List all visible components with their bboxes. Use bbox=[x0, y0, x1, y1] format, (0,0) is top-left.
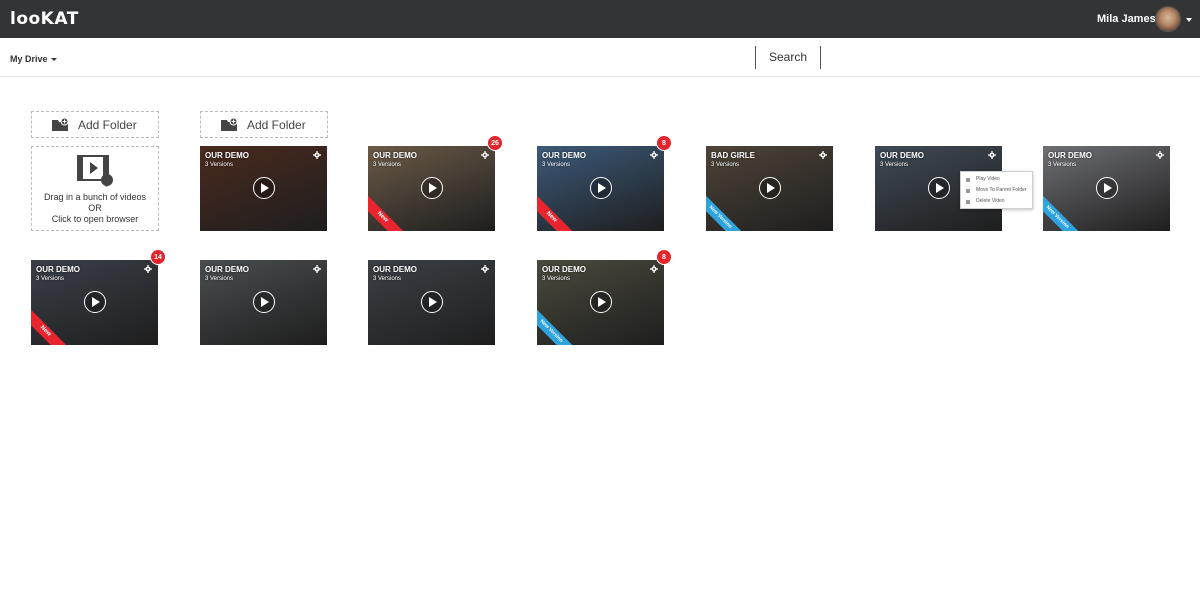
video-tile[interactable]: OUR DEMO 3 Versions New Version bbox=[1043, 146, 1170, 231]
gear-icon[interactable] bbox=[650, 265, 658, 273]
gear-icon[interactable] bbox=[819, 151, 827, 159]
notification-badge: 8 bbox=[656, 249, 672, 265]
new-ribbon: New bbox=[368, 190, 409, 231]
new-version-ribbon: New Version bbox=[537, 304, 578, 345]
menu-item-delete-video[interactable]: Delete Video bbox=[961, 196, 1032, 207]
video-versions: 3 Versions bbox=[373, 162, 402, 168]
video-tile[interactable]: BAD GIRLE 3 Versions New Version bbox=[706, 146, 833, 231]
video-title: OUR DEMO bbox=[205, 151, 249, 160]
play-icon[interactable] bbox=[1096, 177, 1118, 199]
gear-icon[interactable] bbox=[313, 265, 321, 273]
dropzone-line1: Drag in a bunch of videos bbox=[43, 192, 147, 202]
gear-icon[interactable] bbox=[481, 151, 489, 159]
menu-item-label: Move To Parent Folder bbox=[976, 187, 1027, 193]
folder-icon bbox=[966, 189, 970, 193]
video-tile[interactable]: OUR DEMO 3 Versions bbox=[200, 260, 327, 345]
user-menu-caret-icon[interactable] bbox=[1186, 18, 1192, 22]
video-tile[interactable]: OUR DEMO 3 Versions New bbox=[368, 146, 495, 231]
video-title: OUR DEMO bbox=[542, 151, 586, 160]
app-logo[interactable]: looKAT bbox=[10, 9, 79, 29]
video-tile[interactable]: OUR DEMO 3 Versions bbox=[368, 260, 495, 345]
new-version-ribbon: New Version bbox=[1043, 190, 1084, 231]
video-tile[interactable]: OUR DEMO 3 Versions bbox=[200, 146, 327, 231]
search-divider-right bbox=[820, 46, 821, 69]
video-versions: 3 Versions bbox=[36, 276, 65, 282]
play-icon[interactable] bbox=[421, 177, 443, 199]
add-folder-icon bbox=[52, 118, 68, 131]
video-title: OUR DEMO bbox=[373, 265, 417, 274]
upload-dropzone[interactable]: Drag in a bunch of videos OR Click to op… bbox=[31, 146, 159, 231]
video-upload-icon bbox=[77, 155, 113, 187]
menu-item-label: Delete Video bbox=[976, 198, 1005, 204]
video-versions: 3 Versions bbox=[542, 276, 571, 282]
user-name[interactable]: Mila James bbox=[1097, 12, 1156, 26]
dropzone-line2: OR bbox=[88, 203, 102, 213]
video-title: OUR DEMO bbox=[36, 265, 80, 274]
gear-icon[interactable] bbox=[313, 151, 321, 159]
play-icon[interactable] bbox=[590, 291, 612, 313]
play-icon bbox=[966, 178, 970, 182]
gear-icon[interactable] bbox=[144, 265, 152, 273]
notification-badge: 8 bbox=[656, 135, 672, 151]
new-ribbon: New bbox=[31, 304, 72, 345]
user-avatar[interactable] bbox=[1155, 6, 1181, 32]
video-title: OUR DEMO bbox=[1048, 151, 1092, 160]
video-tile[interactable]: OUR DEMO 3 Versions New bbox=[537, 146, 664, 231]
menu-item-label: Play Video bbox=[976, 176, 1000, 182]
add-folder-icon bbox=[221, 118, 237, 131]
play-icon[interactable] bbox=[759, 177, 781, 199]
tile-context-menu: Play Video Move To Parent Folder Delete … bbox=[960, 171, 1033, 209]
gear-icon[interactable] bbox=[988, 151, 996, 159]
play-icon[interactable] bbox=[928, 177, 950, 199]
gear-icon[interactable] bbox=[1156, 151, 1164, 159]
play-icon[interactable] bbox=[84, 291, 106, 313]
video-title: BAD GIRLE bbox=[711, 151, 755, 160]
new-ribbon: New bbox=[537, 190, 578, 231]
video-title: OUR DEMO bbox=[205, 265, 249, 274]
video-versions: 3 Versions bbox=[373, 276, 402, 282]
chevron-down-icon bbox=[50, 58, 57, 62]
play-icon[interactable] bbox=[590, 177, 612, 199]
dropzone-line3: Click to open browser bbox=[51, 214, 139, 224]
top-bar: looKAT Mila James bbox=[0, 0, 1200, 38]
video-versions: 3 Versions bbox=[1048, 162, 1077, 168]
video-title: OUR DEMO bbox=[373, 151, 417, 160]
my-drive-label: My Drive bbox=[10, 54, 48, 64]
play-icon[interactable] bbox=[421, 291, 443, 313]
video-versions: 3 Versions bbox=[711, 162, 740, 168]
play-icon[interactable] bbox=[253, 291, 275, 313]
new-version-ribbon: New Version bbox=[706, 190, 747, 231]
video-title: OUR DEMO bbox=[880, 151, 924, 160]
video-tile[interactable]: OUR DEMO 3 Versions New Version bbox=[537, 260, 664, 345]
search-button[interactable]: Search bbox=[756, 46, 820, 69]
menu-item-move-to-parent[interactable]: Move To Parent Folder bbox=[961, 185, 1032, 196]
gear-icon[interactable] bbox=[650, 151, 658, 159]
trash-icon bbox=[966, 200, 970, 204]
add-folder-button[interactable]: Add Folder bbox=[200, 111, 328, 138]
gear-icon[interactable] bbox=[481, 265, 489, 273]
my-drive-dropdown[interactable]: My Drive bbox=[10, 53, 57, 65]
menu-item-play-video[interactable]: Play Video bbox=[961, 174, 1032, 185]
video-versions: 3 Versions bbox=[880, 162, 909, 168]
add-folder-button[interactable]: Add Folder bbox=[31, 111, 159, 138]
video-tile[interactable]: OUR DEMO 3 Versions New bbox=[31, 260, 158, 345]
add-folder-label: Add Folder bbox=[78, 118, 137, 132]
play-icon[interactable] bbox=[253, 177, 275, 199]
sub-bar: My Drive Search bbox=[0, 38, 1200, 77]
video-versions: 3 Versions bbox=[542, 162, 571, 168]
video-versions: 3 Versions bbox=[205, 276, 234, 282]
video-versions: 3 Versions bbox=[205, 162, 234, 168]
notification-badge: 14 bbox=[150, 249, 166, 265]
notification-badge: 26 bbox=[487, 135, 503, 151]
video-title: OUR DEMO bbox=[542, 265, 586, 274]
add-folder-label: Add Folder bbox=[247, 118, 306, 132]
